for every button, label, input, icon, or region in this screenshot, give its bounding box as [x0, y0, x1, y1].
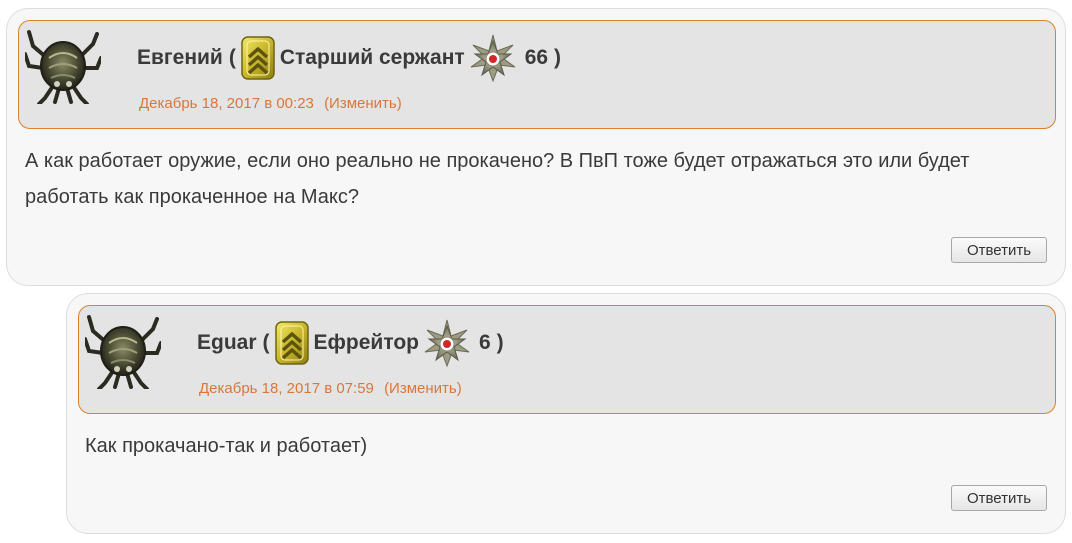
red-star-medal-icon: [424, 319, 470, 367]
reply-button[interactable]: Ответить: [951, 237, 1047, 263]
comment-text: А как работает оружие, если оно реально …: [25, 150, 970, 208]
open-paren: (: [262, 331, 270, 354]
comment: Евгений ( Старший сержант 66 ) Декабрь 1…: [6, 8, 1066, 286]
rank-chevron-badge-icon: [240, 35, 276, 81]
rank-title: Старший сержант: [279, 46, 465, 69]
comment-header: Евгений ( Старший сержант 66 ) Декабрь 1…: [18, 20, 1056, 129]
reply-button[interactable]: Ответить: [951, 485, 1047, 511]
comment-date[interactable]: Декабрь 18, 2017 в 07:59: [199, 380, 374, 397]
close-paren: ): [554, 46, 562, 69]
rank-title: Ефрейтор: [313, 331, 419, 354]
comment-text: Как прокачано-так и работает): [85, 435, 368, 457]
close-paren: ): [496, 331, 504, 354]
edit-link[interactable]: (Изменить): [324, 95, 402, 112]
rank-chevron-badge-icon: [273, 320, 310, 366]
avatar[interactable]: [25, 28, 101, 104]
comment-thread: Евгений ( Старший сержант 66 ) Декабрь 1…: [0, 0, 1072, 543]
edit-link[interactable]: (Изменить): [384, 380, 462, 397]
author-line: Евгений ( Старший сержант 66 ): [137, 33, 561, 83]
author-line: Eguar ( Ефрейтор 6 ): [197, 318, 504, 368]
author-name[interactable]: Eguar: [197, 331, 257, 355]
user-level: 66: [524, 46, 549, 69]
comment-header: Eguar ( Ефрейтор 6 ) Декабрь 18, 2017 в …: [78, 305, 1056, 414]
comment-date[interactable]: Декабрь 18, 2017 в 00:23: [139, 95, 314, 112]
red-star-medal-icon: [470, 34, 516, 82]
comment-meta: Декабрь 18, 2017 в 07:59 (Изменить): [199, 380, 462, 397]
author-name[interactable]: Евгений: [137, 46, 223, 70]
user-level: 6: [478, 331, 491, 354]
open-paren: (: [228, 46, 236, 69]
comment-meta: Декабрь 18, 2017 в 00:23 (Изменить): [139, 95, 402, 112]
comment-reply: Eguar ( Ефрейтор 6 ) Декабрь 18, 2017 в …: [66, 293, 1066, 534]
avatar[interactable]: [85, 313, 161, 389]
